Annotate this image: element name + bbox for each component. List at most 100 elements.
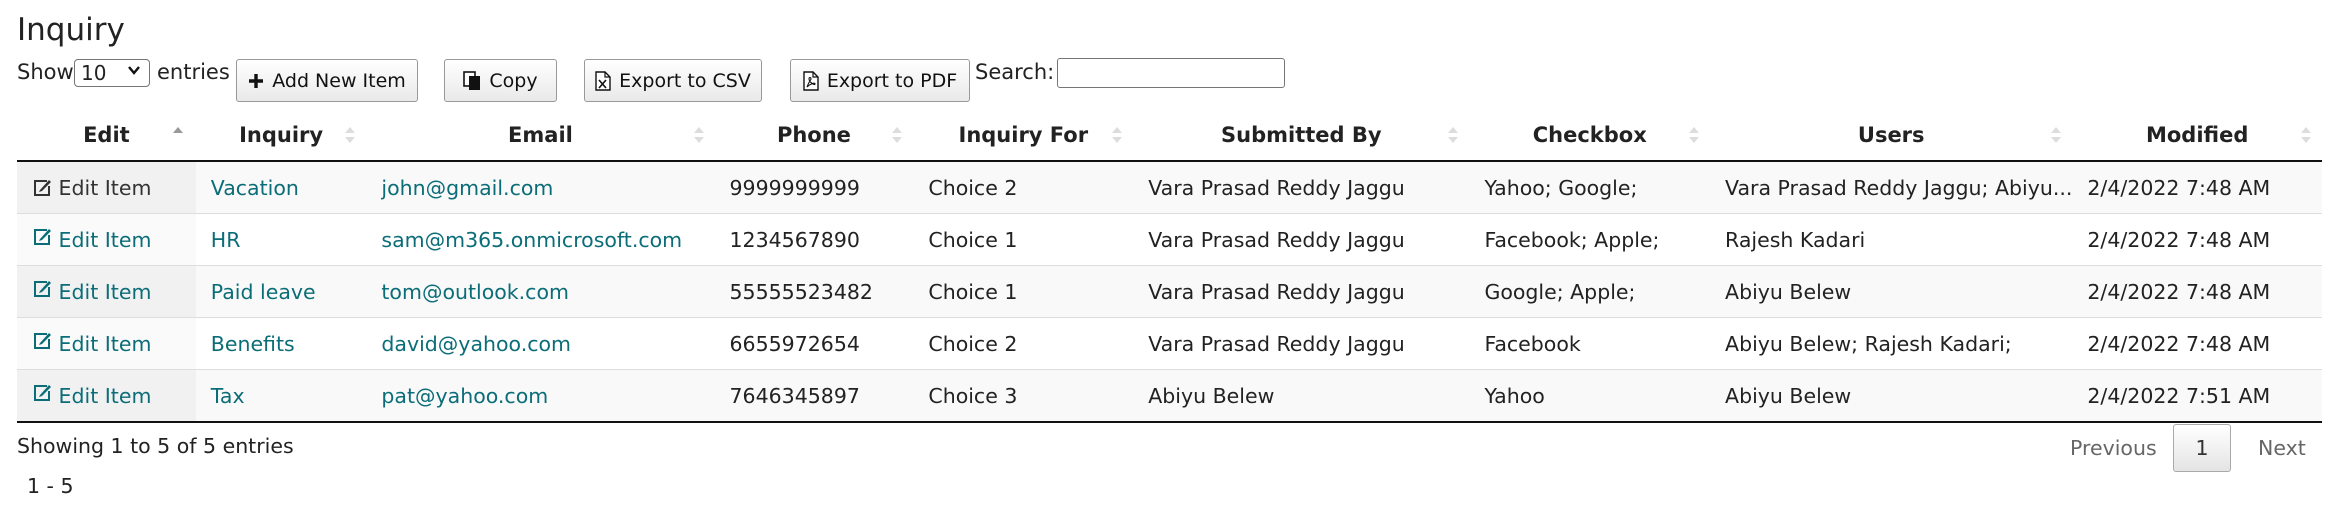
column-header-modified[interactable]: Modified [2072, 110, 2322, 162]
users-cell: Rajesh Kadari [1710, 213, 2073, 266]
sort-icon [345, 127, 356, 143]
email-link[interactable]: pat@yahoo.com [381, 384, 548, 408]
inquiry-link[interactable]: Tax [211, 384, 245, 408]
table-row: Edit Item Benefits david@yahoo.com 66559… [17, 317, 2322, 370]
csv-file-icon [595, 70, 611, 91]
email-link[interactable]: david@yahoo.com [381, 332, 571, 356]
users-cell: Vara Prasad Reddy Jaggu; Abiyu... [1710, 161, 2073, 214]
column-header-phone[interactable]: Phone [714, 110, 914, 162]
inquiry-cell[interactable]: Vacation [195, 161, 367, 214]
column-header-email[interactable]: Email [366, 110, 715, 162]
email-cell[interactable]: david@yahoo.com [366, 317, 715, 370]
email-cell[interactable]: sam@m365.onmicrosoft.com [366, 213, 715, 266]
column-header-edit[interactable]: Edit [17, 110, 196, 162]
inquiry-cell[interactable]: Benefits [195, 317, 367, 370]
column-header-inquiry-for[interactable]: Inquiry For [913, 110, 1134, 162]
page-size-value: 10 [81, 61, 107, 85]
column-header-label: Modified [2145, 123, 2249, 147]
edit-icon [34, 281, 51, 297]
submitted-by-cell: Vara Prasad Reddy Jaggu [1133, 213, 1470, 266]
column-header-users[interactable]: Users [1710, 110, 2073, 162]
inquiry-cell[interactable]: Paid leave [195, 265, 367, 318]
add-new-item-button[interactable]: Add New Item [236, 59, 418, 102]
inquiry-link[interactable]: Vacation [211, 176, 299, 200]
table-row: Edit Item Vacation john@gmail.com 999999… [17, 161, 2322, 214]
inquiry-link[interactable]: HR [211, 228, 241, 252]
sort-icon [1689, 127, 1700, 143]
email-link[interactable]: tom@outlook.com [381, 280, 569, 304]
edit-item-link[interactable]: Edit Item [32, 332, 151, 356]
export-csv-button[interactable]: Export to CSV [584, 59, 762, 102]
inquiry-link[interactable]: Paid leave [211, 280, 316, 304]
submitted-by-cell: Abiyu Belew [1133, 369, 1470, 423]
phone-cell: 55555523482 [714, 265, 914, 318]
edit-item-label: Edit Item [58, 280, 152, 304]
search-input[interactable] [1057, 58, 1285, 88]
phone-cell: 6655972654 [714, 317, 914, 370]
modified-cell: 2/4/2022 7:48 AM [2072, 265, 2322, 318]
sort-asc-icon [172, 127, 183, 133]
inquiry-for-cell: Choice 1 [913, 213, 1134, 266]
edit-item-link[interactable]: Edit Item [32, 175, 152, 200]
copy-label: Copy [489, 69, 538, 92]
users-cell: Abiyu Belew; Rajesh Kadari; [1710, 317, 2073, 370]
page-title: Inquiry [17, 12, 125, 48]
inquiry-table: Edit Inquiry Email Phone Inquiry For Sub… [17, 110, 2322, 423]
edit-item-label: Edit Item [58, 176, 152, 200]
column-header-label: Checkbox [1532, 123, 1647, 147]
entries-label: entries [157, 60, 230, 84]
sort-icon [2051, 127, 2062, 143]
page-1-button[interactable]: 1 [2173, 424, 2231, 472]
column-header-label: Edit [83, 123, 130, 147]
edit-icon [34, 385, 51, 401]
edit-cell: Edit Item [17, 213, 196, 266]
inquiry-link[interactable]: Benefits [211, 332, 295, 356]
modified-cell: 2/4/2022 7:48 AM [2072, 161, 2322, 214]
sort-icon [693, 127, 704, 143]
page-size-select[interactable]: 10 [74, 59, 150, 87]
sort-icon [2301, 127, 2311, 143]
chevron-down-icon [128, 66, 140, 75]
export-pdf-button[interactable]: Export to PDF [790, 59, 970, 102]
column-header-label: Email [508, 123, 573, 147]
edit-item-link[interactable]: Edit Item [32, 384, 151, 408]
edit-cell: Edit Item [17, 265, 196, 318]
inquiry-for-cell: Choice 1 [913, 265, 1134, 318]
show-label: Show [17, 60, 74, 84]
pdf-file-icon [803, 70, 819, 91]
export-pdf-label: Export to PDF [826, 69, 958, 92]
previous-page-button[interactable]: Previous [2070, 436, 2157, 460]
edit-icon [34, 180, 51, 196]
modified-cell: 2/4/2022 7:48 AM [2072, 213, 2322, 266]
export-csv-label: Export to CSV [619, 69, 751, 92]
column-header-checkbox[interactable]: Checkbox [1469, 110, 1711, 162]
sort-icon [1112, 127, 1123, 143]
copy-button[interactable]: Copy [444, 59, 557, 102]
modified-cell: 2/4/2022 7:51 AM [2072, 369, 2322, 423]
checkbox-cell: Yahoo; Google; [1469, 161, 1711, 214]
column-header-label: Inquiry For [958, 123, 1089, 147]
email-link[interactable]: john@gmail.com [381, 176, 553, 200]
column-header-inquiry[interactable]: Inquiry [195, 110, 367, 162]
submitted-by-cell: Vara Prasad Reddy Jaggu [1133, 317, 1470, 370]
edit-item-link[interactable]: Edit Item [32, 228, 151, 252]
column-header-submitted-by[interactable]: Submitted By [1133, 110, 1470, 162]
checkbox-cell: Yahoo [1469, 369, 1711, 423]
edit-item-link[interactable]: Edit Item [32, 280, 151, 304]
users-cell: Abiyu Belew [1710, 369, 2073, 423]
inquiry-for-cell: Choice 2 [913, 317, 1134, 370]
email-link[interactable]: sam@m365.onmicrosoft.com [381, 228, 682, 252]
column-header-label: Phone [776, 123, 851, 147]
sort-icon [892, 127, 903, 143]
edit-item-label: Edit Item [58, 332, 152, 356]
edit-item-label: Edit Item [58, 228, 152, 252]
inquiry-cell[interactable]: Tax [195, 369, 367, 423]
inquiry-cell[interactable]: HR [195, 213, 367, 266]
inquiry-for-cell: Choice 3 [913, 369, 1134, 423]
email-cell[interactable]: pat@yahoo.com [366, 369, 715, 423]
table-row: Edit Item Tax pat@yahoo.com 7646345897 C… [17, 369, 2322, 423]
table-row: Edit Item Paid leave tom@outlook.com 555… [17, 265, 2322, 318]
email-cell[interactable]: tom@outlook.com [366, 265, 715, 318]
next-page-button[interactable]: Next [2258, 436, 2306, 460]
email-cell[interactable]: john@gmail.com [366, 161, 715, 214]
